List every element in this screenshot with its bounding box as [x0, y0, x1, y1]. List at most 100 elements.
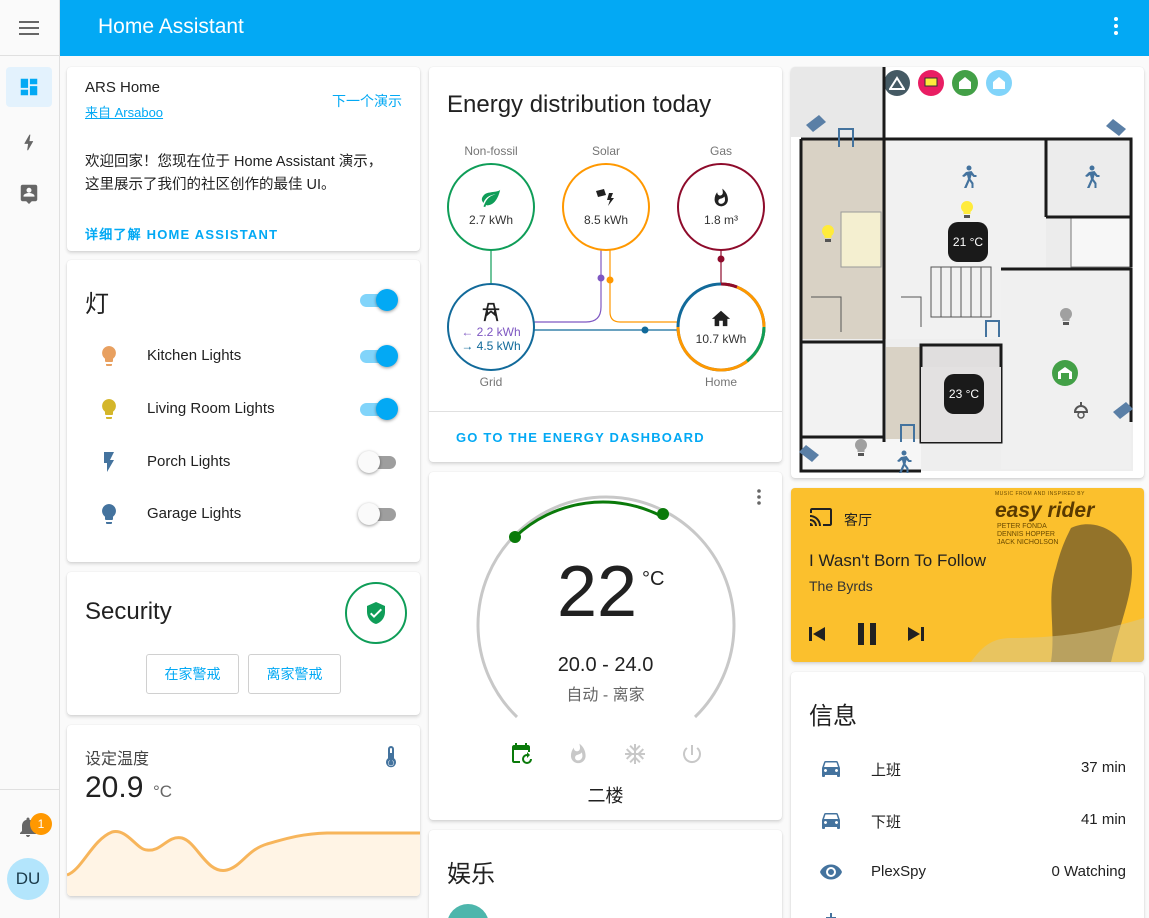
power-icon: [683, 745, 702, 764]
sidebar-item-overview[interactable]: [6, 67, 52, 107]
motion-sensor-icon-2[interactable]: [1082, 165, 1100, 194]
light-bulb-kitchen-icon[interactable]: [820, 224, 836, 249]
car-icon: [822, 761, 840, 777]
light-name: Kitchen Lights: [147, 347, 242, 364]
thermostat-unit: °C: [642, 568, 665, 590]
nonfossil-node[interactable]: 2.7 kWh: [447, 163, 535, 251]
solar-value: 8.5 kWh: [583, 213, 628, 227]
light-toggle[interactable]: [358, 503, 398, 525]
setpoint-unit: °C: [153, 782, 173, 801]
light-bulb-porch-icon[interactable]: [853, 438, 869, 463]
menu-icon: [19, 20, 39, 35]
mode-auto-button[interactable]: [509, 742, 533, 771]
pause-icon: [858, 623, 876, 645]
cast-icon: [809, 508, 833, 533]
info-value: 41 min: [1080, 811, 1126, 828]
info-row-commute-work[interactable]: 上班 37 min: [791, 742, 1144, 794]
motion-sensor-icon-3[interactable]: [894, 450, 912, 478]
sidebar-item-logbook[interactable]: [6, 173, 52, 213]
gas-node[interactable]: 1.8 m³: [677, 163, 765, 251]
info-name: 下班: [871, 814, 902, 831]
gas-label: Gas: [709, 144, 732, 158]
solar-power-icon: [596, 189, 614, 206]
mode-heat-button[interactable]: [567, 742, 589, 771]
mode-off-button[interactable]: [680, 742, 704, 771]
more-menu-button[interactable]: [1113, 16, 1119, 41]
thermostat-badge-2[interactable]: 23 °C: [944, 374, 984, 414]
thermostat-more-button[interactable]: [756, 488, 762, 511]
security-card: Security 在家警戒 离家警戒: [67, 572, 420, 715]
lightbulb-icon: [102, 504, 116, 524]
light-toggle[interactable]: [358, 451, 398, 473]
thermostat-mode: 自动 - 离家: [566, 687, 645, 704]
light-row-living-room[interactable]: Living Room Lights: [67, 384, 420, 434]
menu-button[interactable]: [0, 0, 60, 56]
notification-badge: 1: [30, 813, 52, 835]
next-track-button[interactable]: [907, 626, 925, 647]
thermostat-range: 20.0 - 24.0: [557, 654, 654, 676]
lights-card: 灯 Kitchen Lights Living Room Lights Porc…: [67, 260, 420, 562]
learn-more-button[interactable]: 详细了解 HOME ASSISTANT: [85, 224, 278, 243]
light-row-garage[interactable]: Garage Lights: [67, 489, 420, 539]
snowflake-icon: [625, 744, 645, 764]
setpoint-title: 设定温度: [85, 751, 150, 768]
welcome-title: ARS Home: [85, 79, 161, 96]
thermostat-badge-1[interactable]: 21 °C: [948, 222, 988, 262]
garage-door-icon[interactable]: [1052, 360, 1078, 386]
play-pause-button[interactable]: [855, 622, 879, 651]
solar-node[interactable]: 8.5 kWh: [562, 163, 650, 251]
home-icon: [711, 310, 731, 327]
energy-dashboard-button[interactable]: GO TO THE ENERGY DASHBOARD: [456, 430, 705, 445]
energy-divider: [429, 411, 782, 412]
security-state-indicator[interactable]: [345, 582, 407, 644]
grid-label: Grid: [479, 375, 503, 389]
grid-node[interactable]: ← 2.2 kWh → 4.5 kWh: [447, 283, 535, 371]
dashboard-icon: [20, 78, 38, 96]
motion-sensor-icon-1[interactable]: [959, 165, 977, 194]
ceiling-light-icon[interactable]: [1071, 402, 1091, 425]
info-row-plexspy[interactable]: PlexSpy 0 Watching: [791, 846, 1144, 898]
welcome-card: ARS Home 来自 Arsaboo 下一个演示 欢迎回家！您现在位于 Hom…: [67, 67, 420, 251]
media-room: 客厅: [844, 512, 872, 528]
entertainment-avatar[interactable]: [447, 904, 489, 918]
light-toggle[interactable]: [358, 398, 398, 420]
light-row-porch[interactable]: Porch Lights: [67, 437, 420, 487]
high-setpoint-handle[interactable]: [657, 508, 669, 520]
floorplan-card: 21 °C 23 °C: [791, 67, 1144, 478]
nonfossil-label: Non-fossil: [464, 144, 518, 158]
welcome-body-line1: 欢迎回家！您现在位于 Home Assistant 演示，: [85, 154, 383, 170]
app-header: Home Assistant: [60, 0, 1149, 56]
light-row-kitchen[interactable]: Kitchen Lights: [67, 331, 420, 381]
avatar[interactable]: DU: [7, 858, 49, 900]
setpoint-card: 设定温度 20.9 °C: [67, 725, 420, 896]
album-credits: PETER FONDA DENNIS HOPPER JACK NICHOLSON: [997, 523, 1058, 547]
thermostat-name: 二楼: [587, 786, 624, 806]
home-label: Home: [704, 375, 737, 389]
home-node[interactable]: 10.7 kWh: [681, 287, 761, 367]
lightbulb-icon: [102, 399, 116, 419]
welcome-source-link[interactable]: 来自 Arsaboo: [85, 102, 163, 121]
low-setpoint-handle[interactable]: [509, 531, 521, 543]
light-toggle[interactable]: [358, 345, 398, 367]
solar-label: Solar: [591, 144, 620, 158]
car-icon: [822, 813, 840, 829]
transmission-tower-icon: [482, 302, 500, 322]
skip-next-icon: [908, 627, 924, 641]
sidebar-divider: [0, 789, 60, 790]
album-credit-2: DENNIS HOPPER: [997, 531, 1055, 538]
entertainment-card: 娱乐: [429, 830, 782, 918]
light-bulb-garage-icon[interactable]: [1058, 307, 1074, 332]
mode-cool-button[interactable]: [623, 742, 647, 771]
arm-home-button[interactable]: 在家警戒: [146, 654, 239, 694]
previous-track-button[interactable]: [808, 626, 826, 647]
info-row-commute-home[interactable]: 下班 41 min: [791, 794, 1144, 846]
sidebar-item-energy[interactable]: [6, 122, 52, 162]
thermostat-card: 22 °C 20.0 - 24.0 自动 - 离家 二楼: [429, 472, 782, 820]
welcome-body-line2: 这里展示了我们的社区创作的最佳 UI。: [85, 177, 336, 193]
more-vert-icon: [757, 489, 761, 505]
lights-master-toggle[interactable]: [358, 289, 398, 311]
grid-in-value: ← 2.2 kWh: [461, 325, 521, 339]
next-demo-button[interactable]: 下一个演示: [332, 91, 402, 111]
gas-value: 1.8 m³: [703, 213, 738, 227]
arm-away-button[interactable]: 离家警戒: [248, 654, 341, 694]
